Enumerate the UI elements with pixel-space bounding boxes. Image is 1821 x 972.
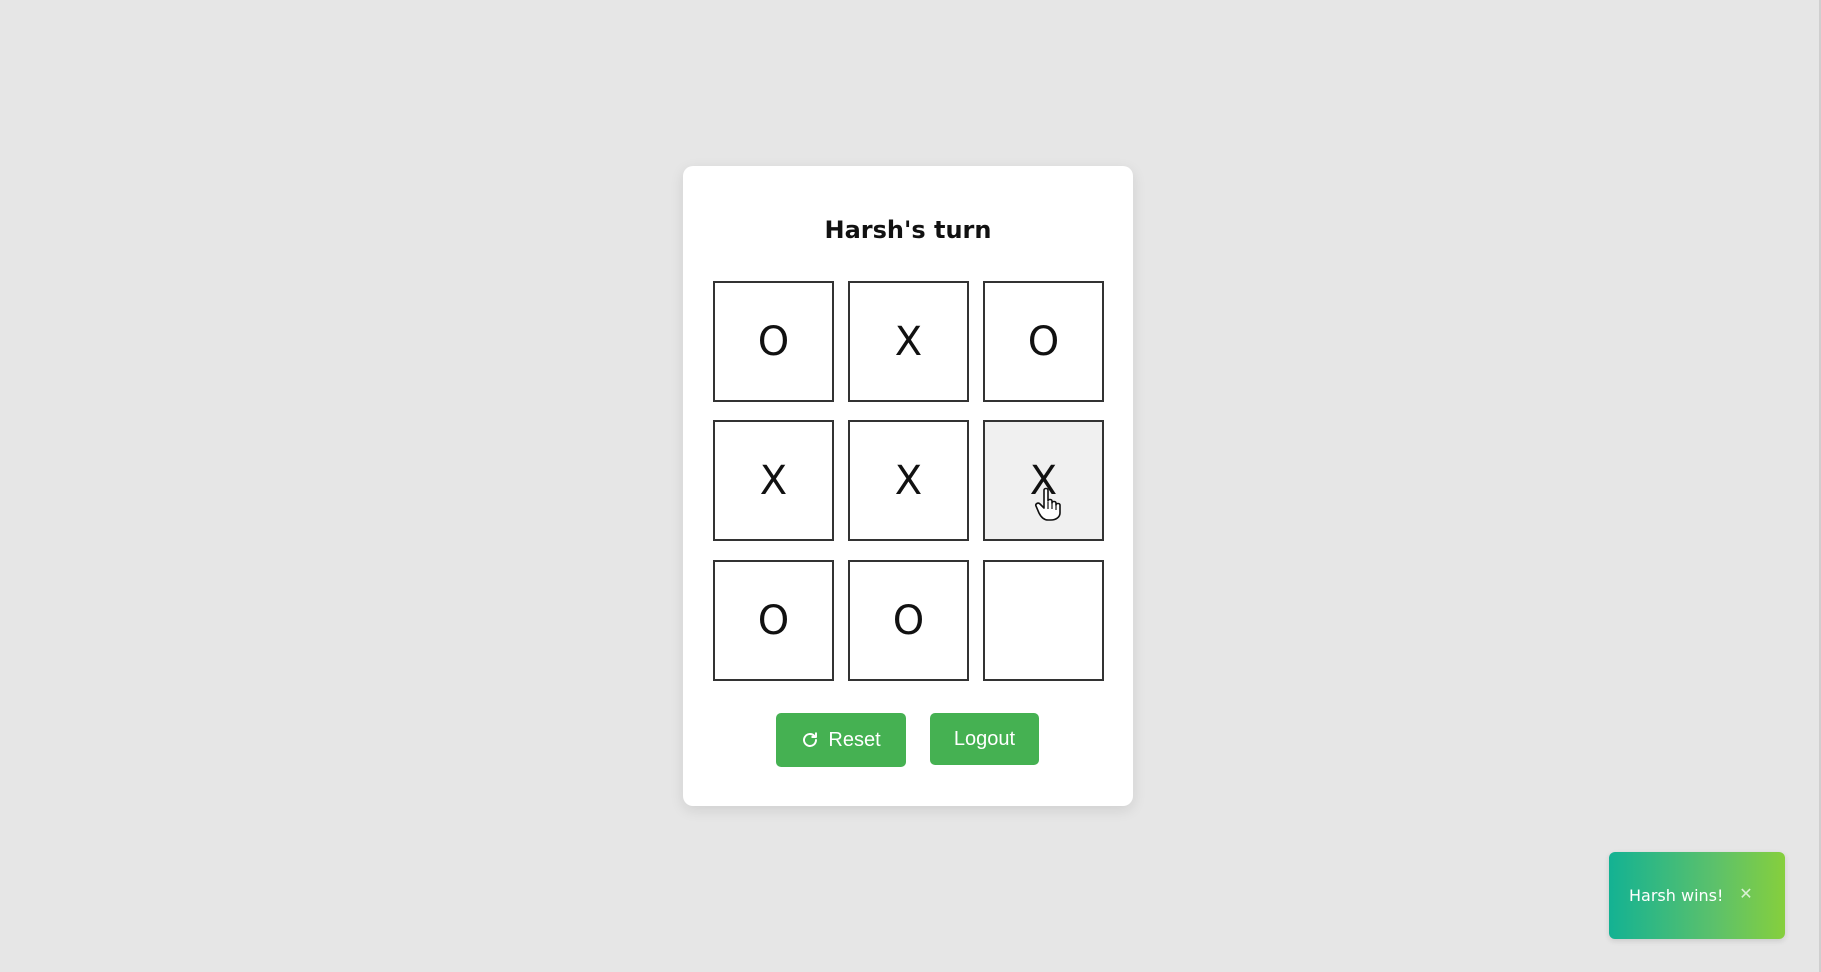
board-cell-2[interactable]: X (848, 281, 969, 402)
board-cell-9[interactable] (983, 560, 1104, 681)
logout-button[interactable]: Logout (930, 713, 1039, 765)
board-cell-8[interactable]: O (848, 560, 969, 681)
game-board: O X O X X X O O (713, 281, 1107, 684)
win-toast: Harsh wins! ✕ (1609, 852, 1785, 939)
board-cell-6[interactable]: X (983, 420, 1104, 541)
turn-title: Harsh's turn (824, 216, 992, 244)
close-icon[interactable]: ✕ (1736, 883, 1756, 903)
board-cell-3[interactable]: O (983, 281, 1104, 402)
logout-button-label: Logout (953, 727, 1016, 750)
page: Harsh's turn O X O X X X O O Reset Logou… (0, 0, 1821, 972)
board-cell-4[interactable]: X (713, 420, 834, 541)
board-cell-1[interactable]: O (713, 281, 834, 402)
reset-button-label: Reset (828, 728, 881, 751)
board-cell-7[interactable]: O (713, 560, 834, 681)
toast-message: Harsh wins! (1629, 886, 1724, 905)
reset-button[interactable]: Reset (776, 713, 906, 767)
refresh-icon (801, 731, 819, 749)
game-card: Harsh's turn O X O X X X O O (683, 166, 1133, 806)
board-cell-5[interactable]: X (848, 420, 969, 541)
